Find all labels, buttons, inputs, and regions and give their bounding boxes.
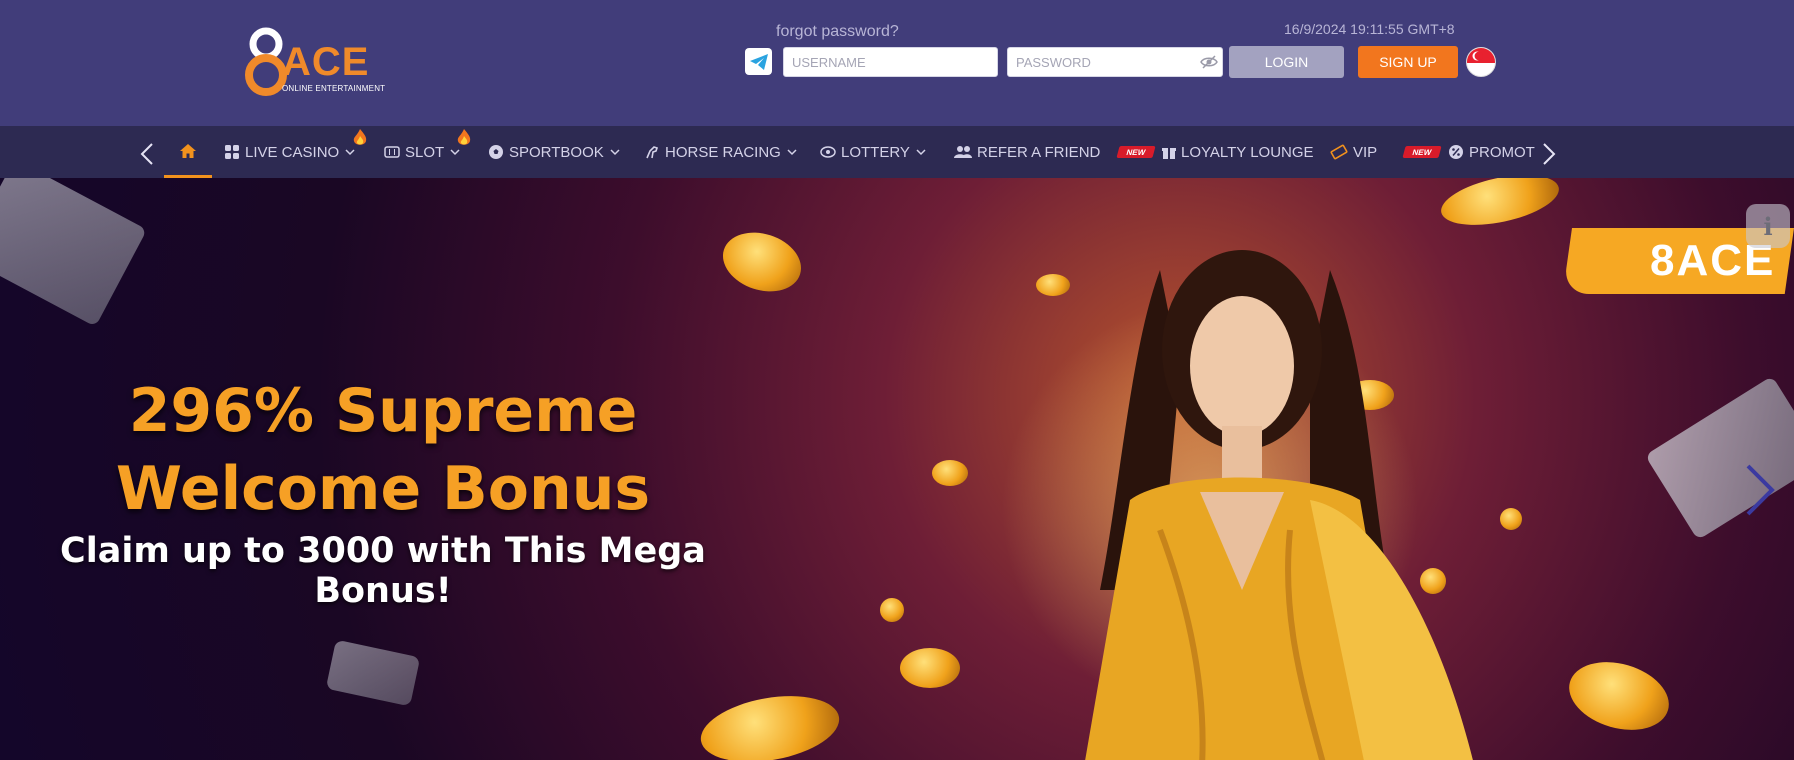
nav-label: LIVE CASINO [245,143,340,161]
logo-name: ACE [282,40,370,84]
nav-item-refer-a-friend[interactable]: REFER A FRIEND [954,126,1100,178]
gold-coin-image [1561,651,1677,741]
headline-line-1: 296% Supreme [128,376,638,446]
nav-scroll-right-icon[interactable] [1540,142,1558,166]
site-header: ACE ONLINE ENTERTAINMENT forgot password… [0,0,1794,126]
language-flag-singapore[interactable] [1466,47,1496,77]
signup-button[interactable]: SIGN UP [1358,46,1458,78]
server-datetime: 16/9/2024 19:11:55 GMT+8 [1284,21,1455,37]
new-badge: NEW [1402,146,1442,158]
promotion-icon [1449,145,1463,159]
banner-subline: Claim up to 3000 with This Mega Bonus! [60,531,706,611]
username-input[interactable] [783,47,998,77]
nav-label: REFER A FRIEND [977,143,1101,161]
gold-coin-image [932,460,968,486]
playing-card-image [325,639,421,707]
nav-label: PROMOTI [1469,143,1535,161]
dice-icon [225,145,239,159]
nav-label: LOTTERY [841,143,910,161]
chevron-down-icon [610,149,620,156]
login-button[interactable]: LOGIN [1229,46,1344,78]
info-button[interactable]: i [1746,204,1790,248]
nav-label: SLOT [405,143,445,161]
chevron-down-icon [450,149,460,156]
users-icon [954,146,972,158]
flag-crescent-icon [1472,51,1483,61]
nav-item-lottery[interactable]: LOTTERY [820,126,931,178]
gold-coin-image [880,598,904,622]
ticket-icon [1330,144,1348,160]
slide-next-arrow-icon[interactable] [1742,462,1776,518]
hero-model-image [1085,250,1473,760]
logo-tagline: ONLINE ENTERTAINMENT [282,84,386,93]
lottery-icon [820,146,836,158]
nav-item-loyalty-lounge[interactable]: NEW LOYALTY LOUNGE [1116,126,1314,178]
banner-headline: 296% Supreme Welcome Bonus [0,372,766,528]
chevron-down-icon [345,149,355,156]
main-nav: LIVE CASINO SLOT SPORTBOOK HORSE RACING … [0,126,1794,178]
site-logo[interactable]: ACE ONLINE ENTERTAINMENT [244,26,385,98]
forgot-password-link[interactable]: forgot password? [776,23,899,41]
chevron-down-icon [787,149,797,156]
telegram-button[interactable] [745,48,772,75]
nav-item-live-casino[interactable]: LIVE CASINO [224,126,360,178]
gift-icon [1162,148,1176,159]
horse-icon [646,146,659,159]
nav-item-promotion[interactable]: NEW PROMOTI [1402,126,1535,178]
gold-coin-image [900,648,960,688]
nav-items-track: LIVE CASINO SLOT SPORTBOOK HORSE RACING … [150,126,1535,178]
nav-label: HORSE RACING [665,143,781,161]
nav-item-horse-racing[interactable]: HORSE RACING [644,126,802,178]
hot-flame-icon [457,129,471,145]
nav-home[interactable] [164,126,212,178]
nav-item-vip[interactable]: VIP [1330,126,1377,178]
nav-label: VIP [1353,143,1378,161]
headline-line-2: Welcome Bonus [115,454,651,524]
password-input[interactable] [1007,47,1223,77]
chevron-down-icon [916,149,926,156]
home-icon [180,143,196,158]
slot-icon [384,146,400,158]
nav-item-sportbook[interactable]: SPORTBOOK [488,126,625,178]
gold-coin-image [695,686,845,760]
nav-label: LOYALTY LOUNGE [1181,143,1314,161]
nav-item-slot[interactable]: SLOT [384,126,465,178]
new-badge: NEW [1116,146,1156,158]
info-icon: i [1763,211,1773,241]
nav-label: SPORTBOOK [509,143,604,161]
gold-coin-image [715,223,809,301]
soccer-icon [489,145,503,159]
gold-coin-image [1436,178,1564,234]
eye-slash-icon[interactable] [1200,54,1218,70]
telegram-icon [749,53,768,70]
playing-card-image [0,178,148,327]
hero-banner[interactable]: 296% Supreme Welcome Bonus Claim up to 3… [0,178,1794,760]
gold-coin-image [1500,508,1522,530]
hot-flame-icon [353,129,367,145]
